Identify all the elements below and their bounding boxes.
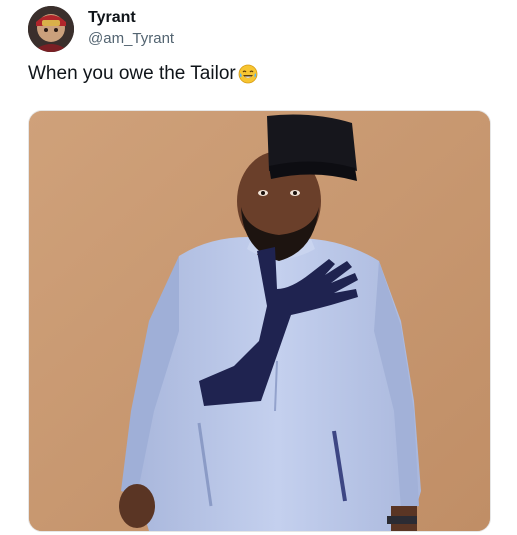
- author-handle[interactable]: @am_Tyrant: [88, 30, 174, 47]
- avatar-image: [28, 6, 74, 52]
- avatar[interactable]: [28, 6, 74, 52]
- post-photo[interactable]: [28, 110, 491, 532]
- laughing-tears-emoji-icon: [238, 64, 258, 84]
- tweet-text: When you owe the Tailor: [28, 63, 258, 85]
- author-name[interactable]: Tyrant: [88, 9, 136, 27]
- tweet-card: Tyrant @am_Tyrant When you owe the Tailo…: [0, 0, 517, 535]
- tweet-text-content: When you owe the Tailor: [28, 63, 236, 84]
- photo-man-in-tailored-outfit: [29, 111, 490, 531]
